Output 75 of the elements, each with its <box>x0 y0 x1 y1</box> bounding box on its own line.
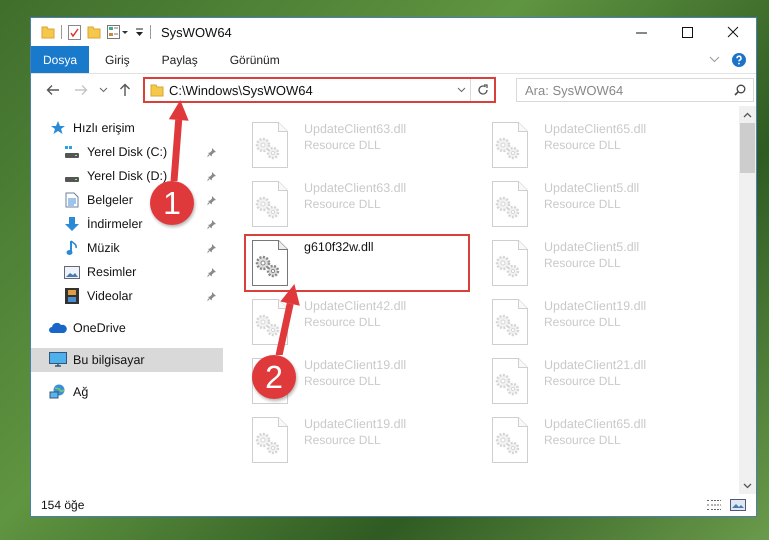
highlighted-file-item[interactable]: g610f32w.dll <box>244 234 470 292</box>
ribbon-tab[interactable]: Paylaş <box>146 46 214 73</box>
folder-icon[interactable] <box>41 25 55 39</box>
large-icons-view-icon[interactable] <box>730 499 746 511</box>
gear-file-icon <box>252 299 288 345</box>
scroll-down-icon <box>743 482 752 488</box>
gear-file-icon <box>492 181 528 227</box>
nav-item[interactable]: Müzik <box>87 241 120 255</box>
nav-item[interactable]: OneDrive <box>73 321 126 335</box>
address-path: C:\Windows\SysWOW64 <box>169 82 313 98</box>
gear-file-icon <box>252 417 288 463</box>
close-icon <box>727 26 739 38</box>
folder-icon <box>150 83 164 97</box>
pin-icon[interactable] <box>207 267 217 277</box>
chevron-down-icon <box>98 87 108 93</box>
nav-item[interactable]: Resimler <box>87 265 136 279</box>
maximize-icon <box>682 26 692 38</box>
network-icon <box>49 384 67 400</box>
gear-file-icon <box>492 240 528 286</box>
search-icon <box>734 84 746 96</box>
ribbon-tab[interactable]: Giriş <box>89 46 146 73</box>
address-bar[interactable]: C:\Windows\SysWOW64 <box>143 77 496 103</box>
refresh-icon <box>476 84 488 96</box>
search-field[interactable]: Ara: SysWOW64 <box>516 78 754 102</box>
file-name[interactable]: g610f32w.dll <box>304 240 374 254</box>
scroll-thumb[interactable] <box>740 123 755 173</box>
view-options-icon[interactable] <box>107 25 129 39</box>
item-count: 154 öğe <box>41 498 84 512</box>
chevron-down-icon[interactable] <box>709 56 720 63</box>
document-icon <box>65 192 79 208</box>
gear-file-icon <box>252 122 288 168</box>
ribbon-tab[interactable]: Dosya <box>31 46 89 73</box>
callout-arrow <box>275 284 300 356</box>
dropdown-arrow-icon[interactable] <box>135 27 144 37</box>
window-title: SysWOW64 <box>161 24 232 40</box>
details-view-icon[interactable] <box>706 499 722 511</box>
gear-file-icon <box>492 358 528 404</box>
back-arrow-icon <box>46 84 60 96</box>
nav-item[interactable]: Yerel Disk (C:) <box>87 145 168 159</box>
nav-item[interactable]: Hızlı erişim <box>73 121 135 135</box>
film-icon <box>65 288 79 304</box>
gear-file-icon <box>252 181 288 227</box>
drive-icon <box>64 176 80 182</box>
pin-icon[interactable] <box>207 219 217 229</box>
nav-item[interactable]: İndirmeler <box>87 217 143 231</box>
ribbon-tab[interactable]: Görünüm <box>214 46 296 73</box>
music-note-icon <box>66 240 78 256</box>
nav-item[interactable]: Yerel Disk (D:) <box>87 169 168 183</box>
scroll-up-icon <box>743 112 752 118</box>
gear-file-icon <box>492 299 528 345</box>
forward-arrow-icon <box>74 84 88 96</box>
pin-icon[interactable] <box>207 195 217 205</box>
drive-icon <box>64 145 80 159</box>
folder-icon[interactable] <box>87 25 101 39</box>
nav-item[interactable]: Bu bilgisayar <box>31 348 223 372</box>
gear-file-icon <box>492 417 528 463</box>
star-icon <box>50 120 66 136</box>
computer-icon <box>49 352 67 368</box>
gear-file-icon <box>252 240 288 286</box>
vertical-scrollbar[interactable] <box>739 106 756 494</box>
down-arrow-icon <box>64 216 80 232</box>
pin-icon[interactable] <box>207 147 217 157</box>
gear-file-icon <box>492 122 528 168</box>
pin-icon[interactable] <box>207 243 217 253</box>
picture-icon <box>64 266 80 278</box>
chevron-down-icon <box>456 87 466 93</box>
nav-item[interactable]: Videolar <box>87 289 133 303</box>
nav-item[interactable]: Ağ <box>73 385 88 399</box>
pin-icon[interactable] <box>207 171 217 181</box>
help-icon[interactable] <box>732 52 746 66</box>
up-arrow-icon <box>119 83 131 97</box>
checklist-icon[interactable] <box>68 24 81 40</box>
nav-item[interactable]: Belgeler <box>87 193 133 207</box>
cloud-icon <box>49 322 67 334</box>
pin-icon[interactable] <box>207 291 217 301</box>
